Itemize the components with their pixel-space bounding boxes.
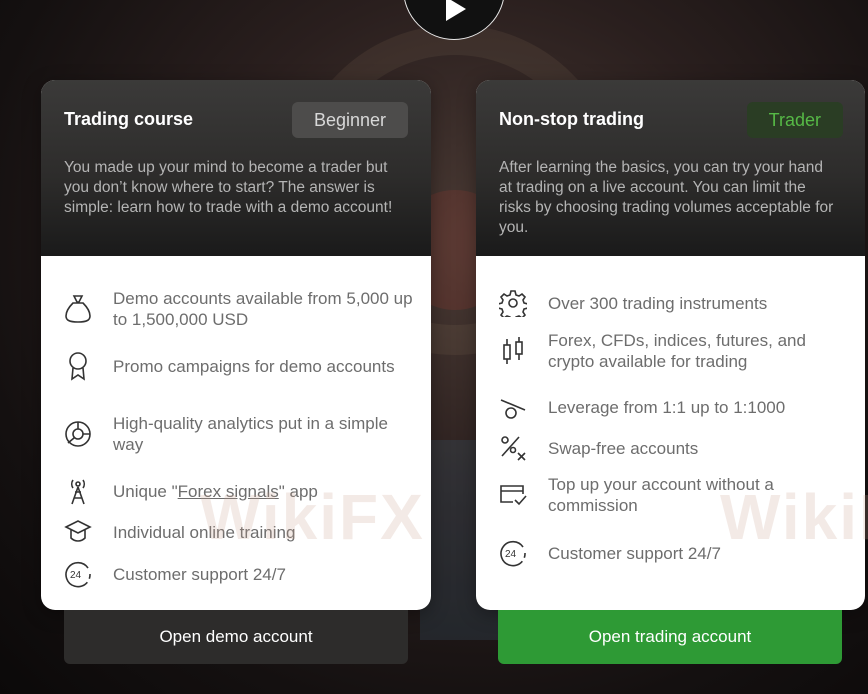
feature-item: Promo campaigns for demo accounts [63,351,413,381]
support-24-icon: 24 [498,538,528,568]
feature-item: Leverage from 1:1 up to 1:1000 [498,392,848,422]
candlestick-icon [498,336,528,366]
feature-text: Swap-free accounts [548,438,699,458]
feature-text-prefix: Unique " [113,481,178,501]
card-title: Trading course [64,109,194,129]
open-demo-account-button[interactable]: Open demo account [64,610,408,664]
feature-item: Forex, CFDs, indices, futures, and crypt… [498,330,848,372]
watermark: WikiFX [200,481,425,553]
feature-text: Over 300 trading instruments [548,293,768,313]
play-video-button[interactable] [403,0,505,40]
card-description: After learning the basics, you can try y… [499,159,834,236]
card-title: Non-stop trading [499,109,644,129]
feature-text: Leverage from 1:1 up to 1:1000 [548,397,786,417]
open-trading-account-button[interactable]: Open trading account [498,610,842,664]
feature-item: Swap-free accounts [498,433,848,463]
feature-item: Demo accounts available from 5,000 up to… [63,288,413,330]
feature-item: High-quality analytics put in a simple w… [63,413,413,455]
signal-tower-icon [63,476,93,506]
award-icon [63,351,93,381]
svg-text:24: 24 [505,549,517,560]
card-check-icon [498,480,528,510]
feature-text: Customer support 24/7 [113,564,286,584]
feature-text: Promo campaigns for demo accounts [113,356,395,376]
feature-text: Forex, CFDs, indices, futures, and crypt… [548,331,806,371]
level-badge-beginner: Beginner [291,102,408,138]
feature-item: Over 300 trading instruments [498,288,848,318]
graduation-cap-icon [63,517,93,547]
feature-item: 24 Customer support 24/7 [63,559,413,589]
feature-text: Demo accounts available from 5,000 up to… [113,289,413,329]
support-24-icon: 24 [63,559,93,589]
card-header: Non-stop trading Trader After learning t… [476,80,865,256]
level-badge-trader: Trader [746,102,843,138]
leverage-icon [498,392,528,422]
feature-text: High-quality analytics put in a simple w… [113,414,388,454]
gear-icon [498,288,528,318]
money-bag-icon [63,294,93,324]
percent-swap-icon [498,433,528,463]
card-description: You made up your mind to become a trader… [64,159,393,216]
card-header: Trading course Beginner You made up your… [41,80,431,256]
watermark: WikiFX [720,481,868,553]
analytics-chart-icon [63,419,93,449]
svg-text:24: 24 [70,570,82,581]
